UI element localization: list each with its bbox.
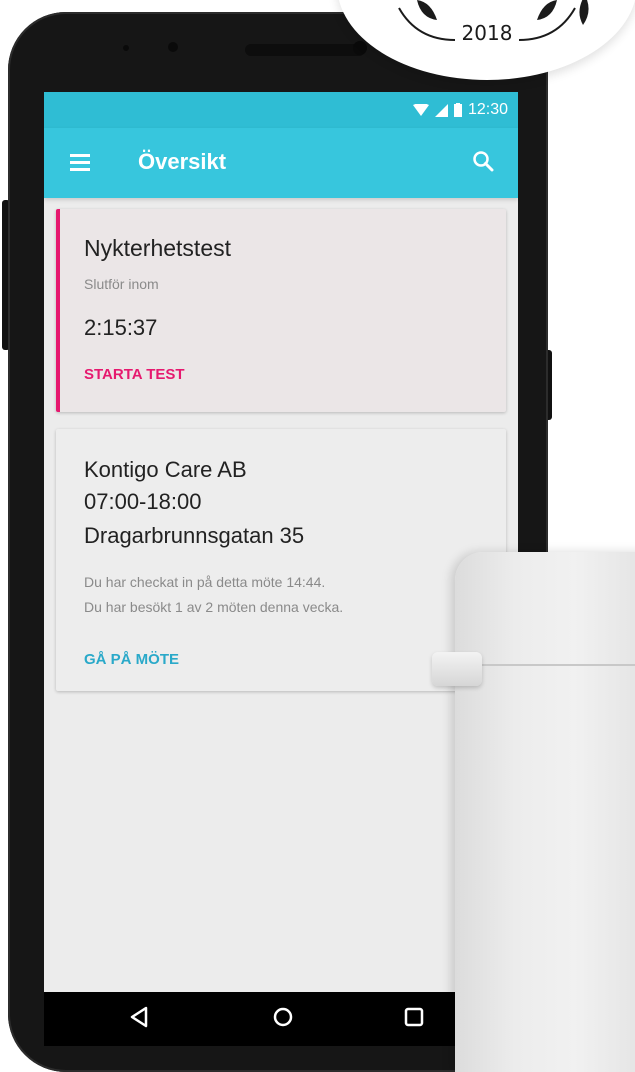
go-to-meeting-button[interactable]: GÅ PÅ MÖTE — [84, 651, 179, 668]
wifi-icon — [412, 104, 429, 116]
back-icon[interactable] — [130, 1006, 148, 1028]
breathalyzer-device — [455, 552, 635, 1072]
app-bar: Översikt — [44, 128, 518, 198]
start-test-button[interactable]: STARTA TEST — [84, 366, 185, 383]
card-title: Nykterhetstest — [84, 235, 231, 261]
card-subtitle: Slutför inom — [84, 276, 159, 292]
page-title: Översikt — [138, 149, 227, 174]
search-icon[interactable] — [472, 150, 494, 172]
device-clip — [432, 652, 482, 686]
device-seam — [455, 664, 635, 666]
front-camera — [168, 42, 178, 52]
meeting-address: Dragarbrunnsgatan 35 — [84, 523, 305, 548]
signal-icon — [434, 103, 448, 117]
phone-screen: 12:30 Översikt Nykterhetstest Slutför in… — [44, 92, 518, 1046]
recents-icon[interactable] — [404, 1006, 424, 1028]
status-time: 12:30 — [467, 101, 508, 118]
checkin-note: Du har checkat in på detta möte 14:44. — [84, 574, 326, 590]
home-icon[interactable] — [272, 1006, 294, 1028]
meeting-name: Kontigo Care AB — [84, 457, 247, 482]
navigation-bar — [44, 992, 518, 1046]
visits-note: Du har besökt 1 av 2 möten denna vecka. — [84, 599, 344, 615]
badge-year: 2018 — [461, 21, 513, 45]
award-badge: 2018 — [337, 0, 635, 80]
sensor — [123, 45, 129, 51]
meeting-hours: 07:00-18:00 — [84, 489, 202, 514]
menu-icon[interactable] — [70, 154, 90, 175]
countdown-timer: 2:15:37 — [84, 315, 158, 340]
battery-icon — [453, 103, 462, 117]
sobriety-test-card: Nykterhetstest Slutför inom 2:15:37 STAR… — [56, 209, 506, 412]
status-bar: 12:30 — [44, 92, 518, 128]
